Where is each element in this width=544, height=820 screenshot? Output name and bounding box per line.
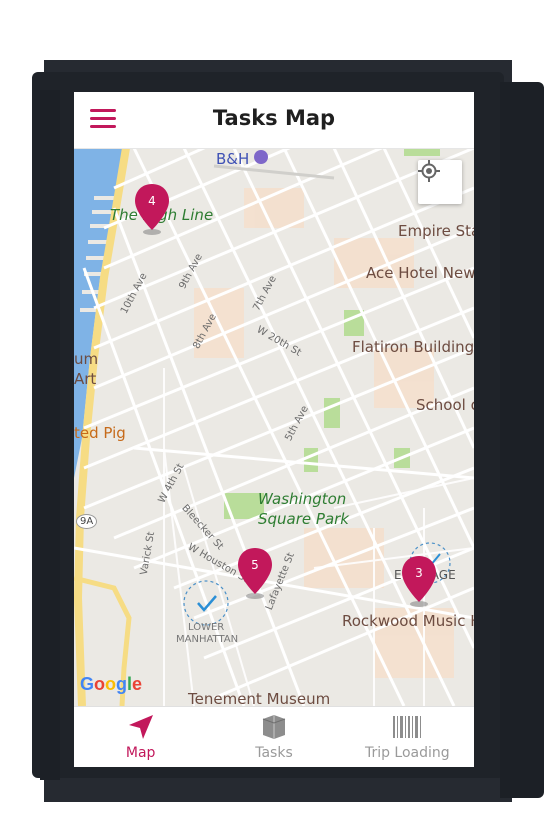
poi-bh: B&H (216, 150, 250, 168)
tab-map[interactable]: Map (74, 707, 207, 767)
tab-tasks[interactable]: Tasks (207, 707, 340, 767)
poi-washington-2: Square Park (258, 510, 349, 528)
box-icon (262, 715, 286, 739)
device-frame-edge-left (40, 90, 60, 780)
poi-empire: Empire Sta (398, 222, 474, 240)
poi-washington-1: Washington (258, 490, 347, 508)
map-pin-icon (135, 184, 169, 235)
poi-art: Art (74, 370, 97, 388)
task-pin-3[interactable]: 3 (402, 556, 436, 608)
device-frame-edge (500, 82, 544, 798)
tab-map-label: Map (125, 745, 156, 761)
map-pin-icon (238, 548, 272, 599)
tab-trip-loading-label: Trip Loading (364, 745, 450, 761)
tab-tasks-label: Tasks (255, 745, 293, 761)
task-pin-5[interactable]: 5 (238, 548, 272, 600)
shopping-icon (254, 150, 268, 164)
google-logo: Google (80, 674, 143, 694)
page-title: Tasks Map (212, 106, 336, 130)
bottom-tab-bar: Map Tasks Trip Loading (74, 706, 474, 767)
tab-trip-loading[interactable]: Trip Loading (341, 707, 474, 767)
phone-screen: Tasks Map B&H The Line Empire Sta Ace Ho… (74, 92, 474, 767)
map-view[interactable]: B&H The High Line Empire Sta Ace Hotel N… (74, 148, 474, 706)
barcode-icon (393, 716, 422, 738)
poi-school: School o (416, 396, 474, 414)
navigation-arrow-icon (128, 715, 153, 739)
app-header: Tasks Map (74, 92, 474, 149)
pin-number: 5 (251, 558, 259, 572)
crosshair-icon (418, 160, 440, 182)
area-lower: LOWER (188, 622, 225, 633)
poi-ace-hotel: Ace Hotel New (366, 264, 474, 282)
poi-rockwood: Rockwood Music H (342, 612, 474, 630)
poi-pig: ted Pig (74, 424, 126, 442)
poi-flatiron: Flatiron Building (352, 338, 474, 356)
task-pin-4[interactable]: 4 (135, 184, 169, 236)
map-pin-icon (402, 556, 436, 607)
my-location-button[interactable] (418, 160, 462, 204)
poi-tenement: Tenement Museum (188, 690, 331, 706)
area-manhattan: MANHATTAN (176, 634, 239, 645)
route-9a-shield: 9A (76, 514, 98, 529)
pin-number: 3 (415, 566, 423, 580)
poi-um: um (74, 350, 99, 368)
pin-number: 4 (148, 194, 156, 208)
